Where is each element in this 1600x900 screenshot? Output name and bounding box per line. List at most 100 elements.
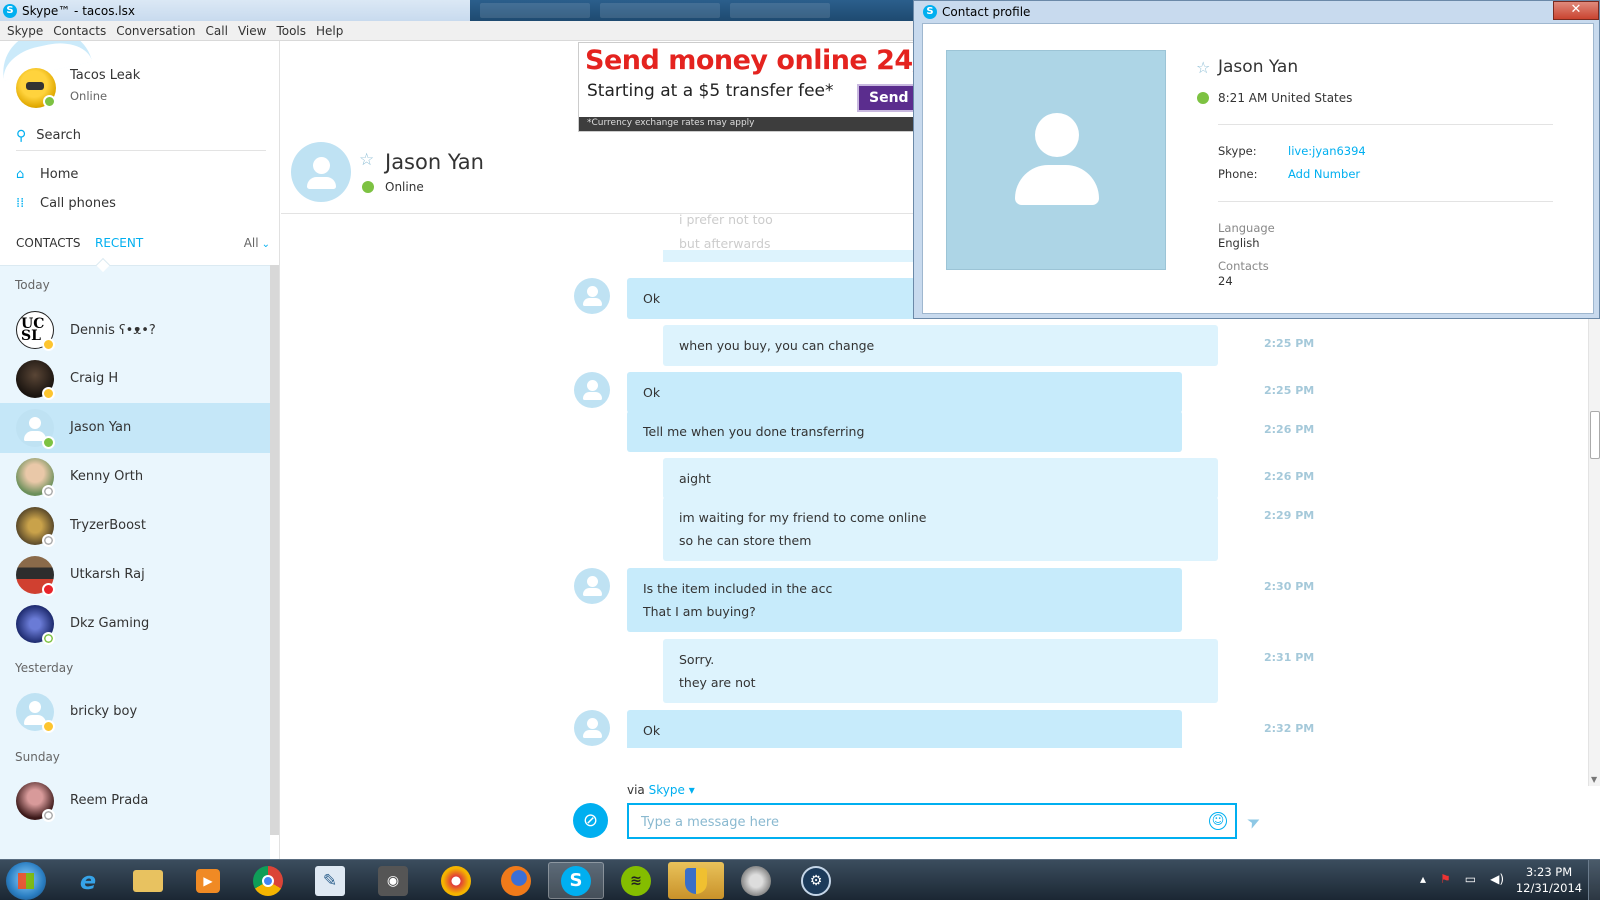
- profile-title-bar[interactable]: S Contact profile: [914, 1, 1600, 22]
- skype-logo-icon: S: [3, 3, 17, 18]
- show-desktop-button[interactable]: [1588, 860, 1600, 900]
- taskbar-file-explorer[interactable]: [120, 862, 176, 899]
- conversation-avatar[interactable]: [291, 142, 351, 202]
- filter-dropdown[interactable]: All ⌄: [244, 236, 270, 250]
- menu-call[interactable]: Call: [206, 24, 228, 38]
- ad-banner[interactable]: Send money online 24/7 Starting at a $5 …: [578, 42, 922, 132]
- menu-contacts[interactable]: Contacts: [53, 24, 106, 38]
- nav-call-phones[interactable]: ⁞⁞ Call phones: [16, 196, 116, 211]
- contact-item-dennis[interactable]: UC SL Dennis ʕ•ᴥ•?: [0, 305, 270, 355]
- menu-conversation[interactable]: Conversation: [116, 24, 195, 38]
- emoticon-button[interactable]: ☺: [1209, 812, 1227, 830]
- offline-status-icon: [42, 534, 55, 547]
- chrome-icon: [253, 865, 283, 896]
- search-button[interactable]: ⚲ Search: [16, 121, 266, 151]
- scrollbar-thumb[interactable]: [1590, 411, 1600, 459]
- close-icon: ✕: [1570, 2, 1582, 17]
- network-icon[interactable]: ▭: [1465, 872, 1476, 886]
- chevron-down-icon: ▾: [688, 783, 695, 797]
- taskbar-skype[interactable]: S: [548, 862, 604, 899]
- show-hidden-icons-icon[interactable]: ▴: [1420, 872, 1426, 886]
- message-text: Is the item included in the acc: [643, 581, 833, 596]
- menu-tools[interactable]: Tools: [276, 24, 306, 38]
- menu-skype[interactable]: Skype: [7, 24, 43, 38]
- taskbar-firefox[interactable]: [488, 862, 544, 899]
- away-status-icon: [42, 720, 55, 733]
- group-header-sunday: Sunday: [15, 750, 60, 764]
- message-bubble[interactable]: Is the item included in the acc That I am…: [627, 568, 1182, 632]
- attach-button[interactable]: ⊘: [573, 803, 608, 838]
- tab-contacts[interactable]: CONTACTS: [16, 236, 81, 250]
- profile-local-time: 8:21 AM United States: [1218, 91, 1353, 105]
- close-button[interactable]: ✕: [1553, 1, 1599, 20]
- contact-item-dkz-gaming[interactable]: Dkz Gaming: [0, 599, 270, 649]
- contact-item-utkarsh-raj[interactable]: Utkarsh Raj: [0, 550, 270, 600]
- message-bubble[interactable]: Ok: [627, 710, 1182, 748]
- message-timestamp: 2:25 PM: [1264, 384, 1315, 397]
- message-input[interactable]: [641, 812, 1196, 832]
- contact-item-kenny-orth[interactable]: Kenny Orth: [0, 452, 270, 502]
- send-via-selector[interactable]: via Skype ▾: [627, 783, 695, 797]
- taskbar-spotify[interactable]: ≋: [608, 862, 664, 899]
- tab-recent[interactable]: RECENT: [95, 236, 143, 250]
- contact-item-craig-h[interactable]: Craig H: [0, 354, 270, 404]
- message-timestamp: 2:26 PM: [1264, 470, 1315, 483]
- contact-name: Kenny Orth: [70, 469, 144, 484]
- message-bubble[interactable]: Sorry. they are not: [663, 639, 1218, 703]
- skype-id-link[interactable]: live:jyan6394: [1288, 144, 1366, 158]
- taskbar-chrome[interactable]: [240, 862, 296, 899]
- contact-name: Dkz Gaming: [70, 616, 150, 631]
- my-status[interactable]: Online: [70, 89, 107, 103]
- message-bubble[interactable]: when you buy, you can change: [663, 325, 1218, 366]
- message-text: Sorry.: [679, 652, 715, 667]
- taskbar-speaker[interactable]: [728, 862, 784, 899]
- do-not-disturb-status-icon: [42, 583, 55, 596]
- my-avatar[interactable]: [16, 68, 56, 108]
- message-bubble[interactable]: Ok: [627, 372, 1182, 413]
- taskbar-security[interactable]: [668, 862, 724, 899]
- message-bubble[interactable]: aight: [663, 458, 1218, 499]
- contact-item-reem-prada[interactable]: Reem Prada: [0, 776, 270, 826]
- system-clock[interactable]: 3:23 PM 12/31/2014: [1514, 864, 1584, 896]
- online-status-icon: [42, 436, 55, 449]
- send-button[interactable]: ➤: [1244, 810, 1264, 833]
- menu-view[interactable]: View: [238, 24, 266, 38]
- taskbar-camera[interactable]: ◉: [365, 862, 421, 899]
- taskbar-steam[interactable]: ⚙: [788, 862, 844, 899]
- taskbar-itunes[interactable]: [428, 862, 484, 899]
- via-service: Skype: [648, 783, 685, 797]
- nav-home[interactable]: ⌂ Home: [16, 167, 78, 182]
- message-bubble[interactable]: im waiting for my friend to come online s…: [663, 497, 1218, 561]
- divider: [1218, 201, 1553, 202]
- nav-call-phones-label: Call phones: [40, 196, 116, 211]
- contact-item-jason-yan[interactable]: Jason Yan: [0, 403, 270, 453]
- volume-icon[interactable]: ◀): [1490, 872, 1504, 886]
- conversation-header: ☆ Jason Yan Online: [281, 132, 921, 214]
- taskbar-notepad[interactable]: ✎: [302, 862, 358, 899]
- contact-item-bricky-boy[interactable]: bricky boy: [0, 687, 270, 737]
- taskbar-media-player[interactable]: ▶: [180, 862, 236, 899]
- add-number-link[interactable]: Add Number: [1288, 167, 1360, 181]
- my-name[interactable]: Tacos Leak: [70, 68, 140, 83]
- contact-list-scrollbar[interactable]: [270, 265, 279, 835]
- away-status-icon: [42, 387, 55, 400]
- online-status-icon: [362, 181, 374, 193]
- contact-name: Craig H: [70, 371, 119, 386]
- message-timestamp: 2:26 PM: [1264, 423, 1315, 436]
- favorite-star-icon[interactable]: ☆: [359, 150, 374, 170]
- conversation-name[interactable]: Jason Yan: [385, 150, 484, 174]
- contact-item-tryzerboost[interactable]: TryzerBoost: [0, 501, 270, 551]
- taskbar-internet-explorer[interactable]: e: [60, 862, 116, 899]
- action-center-flag-icon[interactable]: ⚑: [1440, 872, 1451, 886]
- contact-name: Jason Yan: [70, 420, 132, 435]
- favorite-star-icon[interactable]: ☆: [1196, 58, 1210, 77]
- menu-help[interactable]: Help: [316, 24, 343, 38]
- online-status-icon: [1197, 92, 1209, 104]
- contact-tabs: CONTACTS RECENT All ⌄: [16, 236, 270, 256]
- group-header-today: Today: [15, 278, 50, 292]
- spotify-icon: ≋: [621, 865, 651, 896]
- message-bubble[interactable]: Tell me when you done transferring: [627, 411, 1182, 452]
- start-button[interactable]: [6, 862, 46, 900]
- scroll-down-arrow-icon[interactable]: ▼: [1591, 775, 1597, 784]
- message-timestamp: 2:30 PM: [1264, 580, 1315, 593]
